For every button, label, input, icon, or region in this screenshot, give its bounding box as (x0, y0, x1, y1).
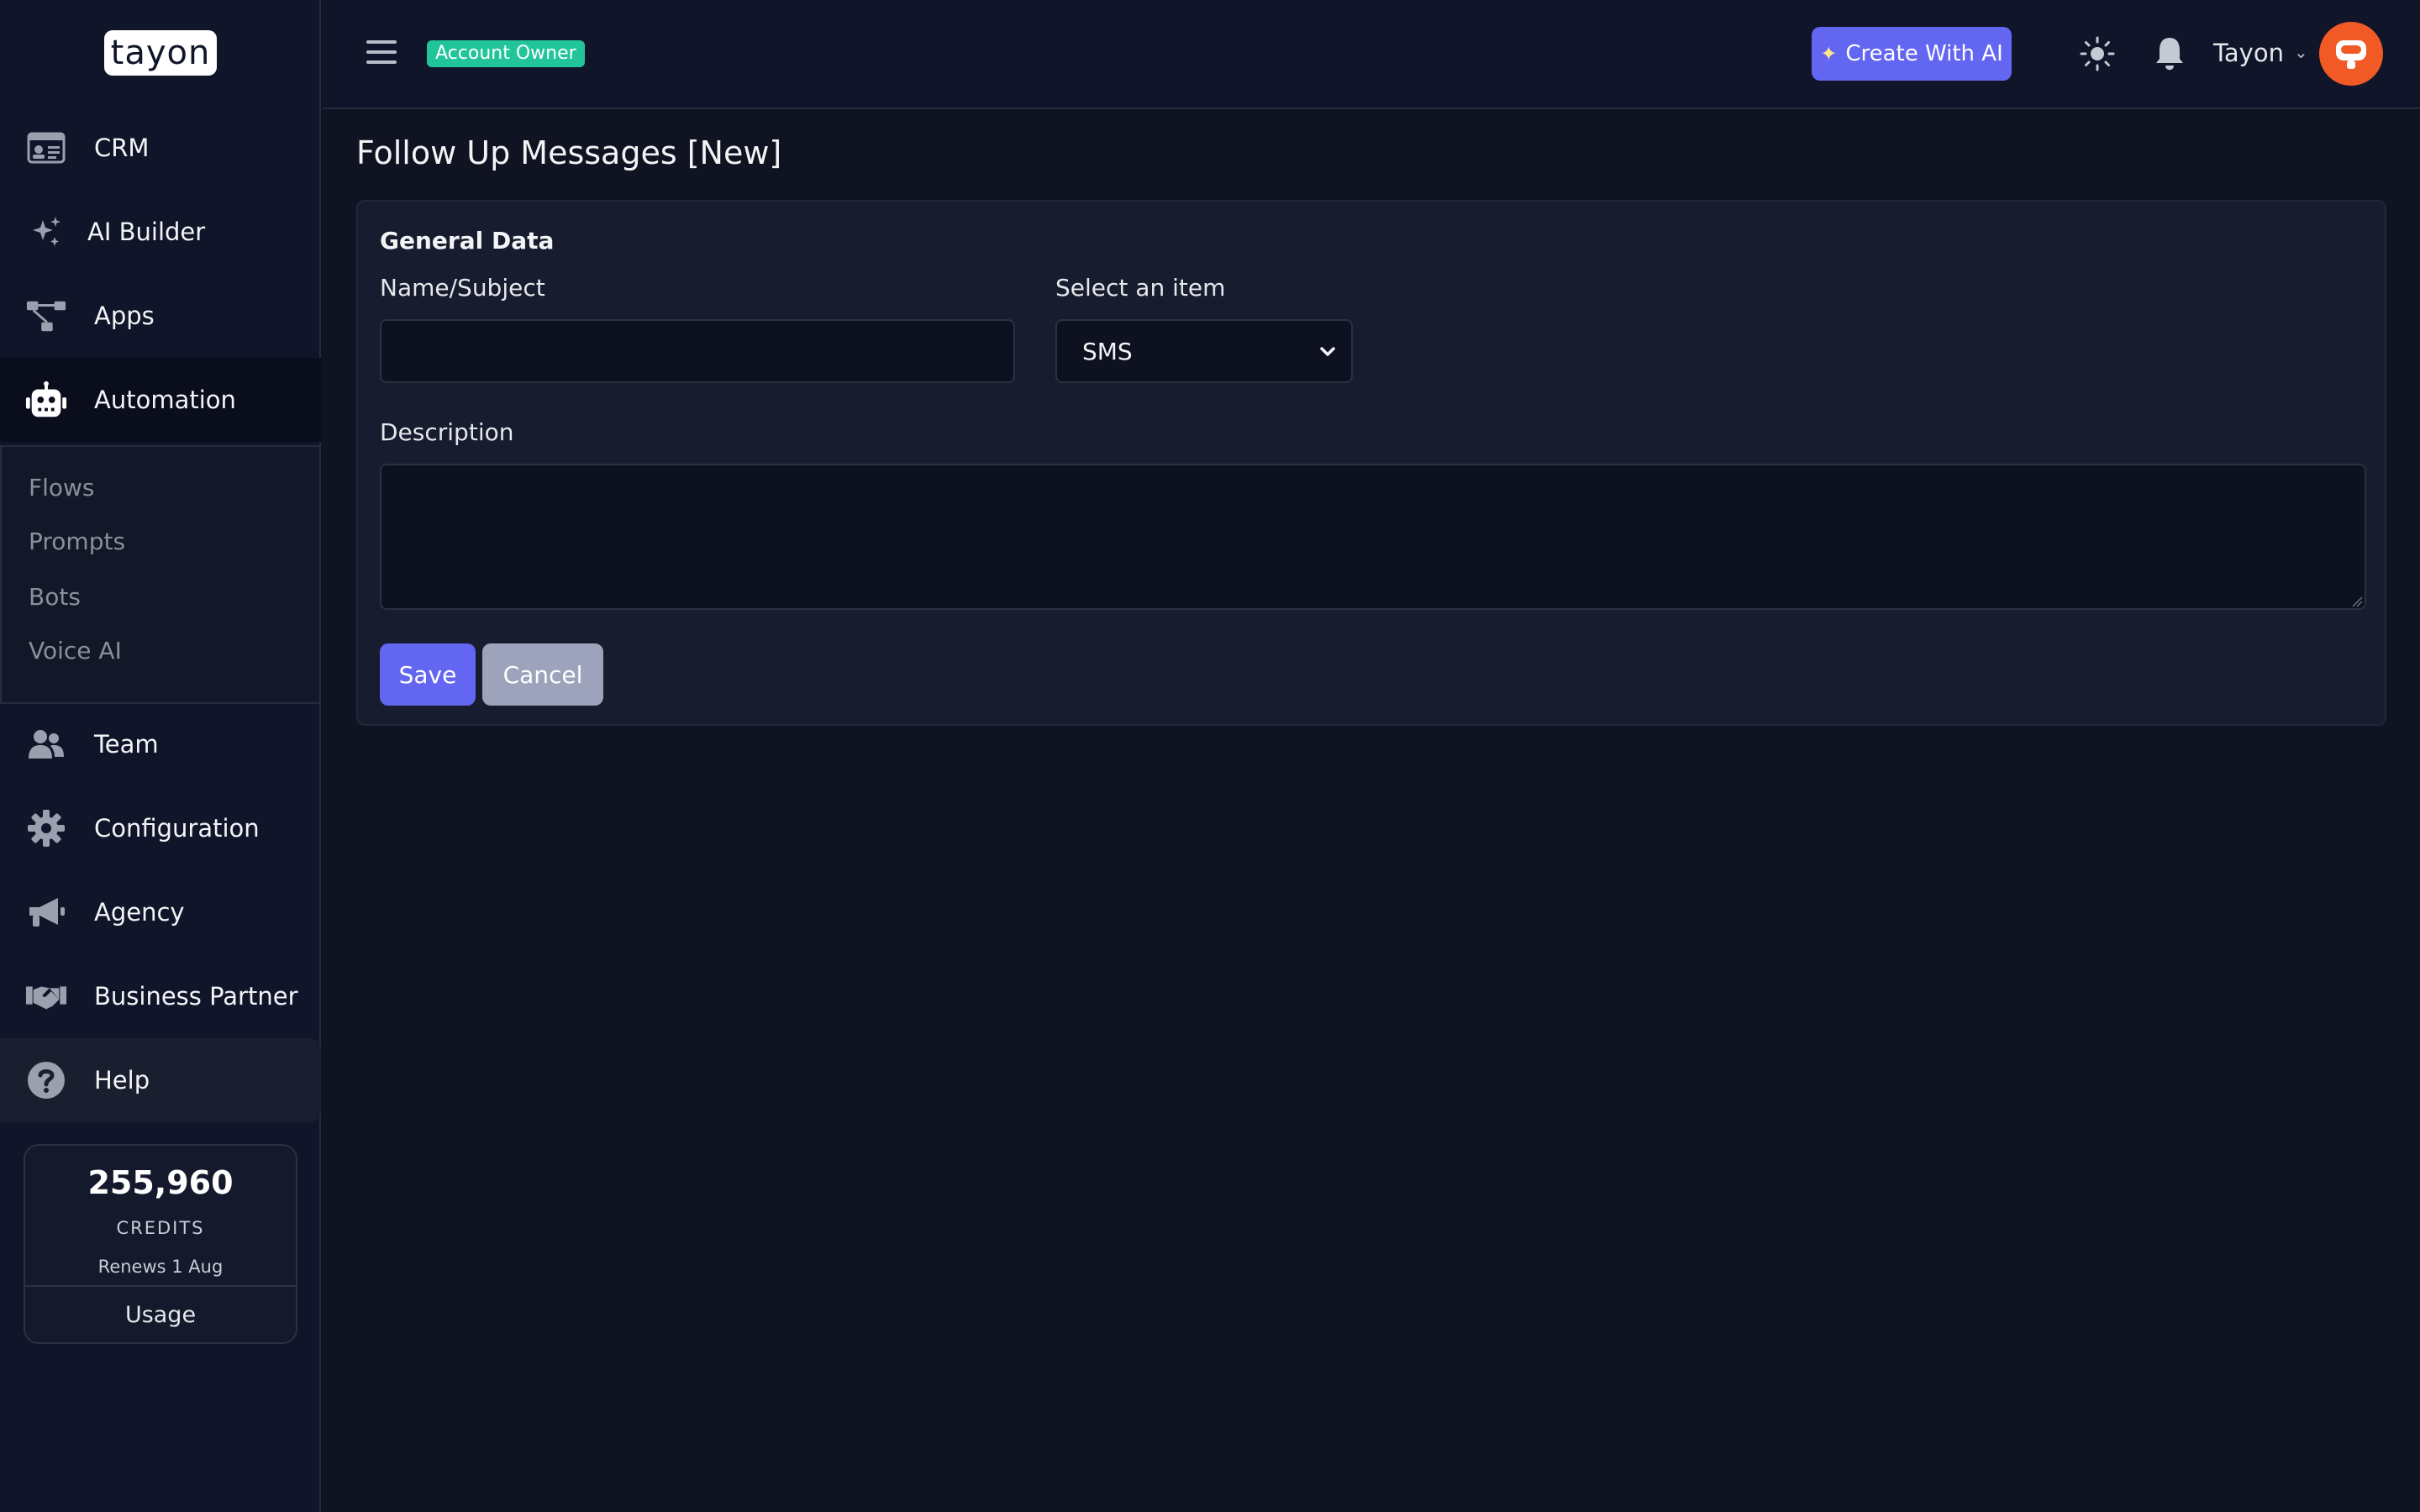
top-bar: Account Owner ✦ Create With AI Tayon ⌄ (323, 0, 2420, 109)
user-name[interactable]: Tayon (2213, 39, 2284, 67)
create-with-ai-label: Create With AI (1845, 41, 2003, 66)
sidebar-item-label: CRM (94, 134, 150, 162)
logo[interactable]: tayon (104, 30, 217, 76)
sidebar-item-label: Business Partner (94, 982, 298, 1011)
sparkles-icon: ✦ (1820, 42, 1838, 66)
cancel-button[interactable]: Cancel (482, 643, 603, 706)
credits-label: CREDITS (116, 1218, 205, 1238)
submenu-item-prompts[interactable]: Prompts (29, 528, 125, 555)
sidebar-item-label: Team (94, 730, 159, 759)
section-title: General Data (380, 227, 555, 255)
sidebar-item-crm[interactable]: CRM (0, 106, 321, 190)
sidebar-item-label: Agency (94, 898, 185, 927)
sidebar-item-team[interactable]: Team (0, 702, 321, 786)
menu-toggle-icon[interactable] (366, 40, 397, 64)
submenu-item-flows[interactable]: Flows (29, 474, 95, 501)
avatar[interactable] (2319, 22, 2383, 86)
sparkles-icon (25, 211, 67, 253)
item-select-value: SMS (1082, 337, 1133, 365)
usage-link[interactable]: Usage (25, 1302, 296, 1328)
sitemap-icon (25, 295, 67, 337)
credits-amount: 255,960 (87, 1164, 234, 1201)
notification-bell-icon[interactable] (2153, 35, 2186, 72)
sidebar-item-ai-builder[interactable]: AI Builder (0, 190, 321, 274)
description-label: Description (380, 418, 514, 446)
sidebar-item-apps[interactable]: Apps (0, 274, 321, 358)
select-item-label: Select an item (1055, 274, 1226, 302)
sidebar-item-label: AI Builder (87, 218, 206, 246)
create-with-ai-button[interactable]: ✦ Create With AI (1812, 27, 2012, 81)
save-button[interactable]: Save (380, 643, 476, 706)
credits-card: 255,960 CREDITS Renews 1 Aug Usage (24, 1144, 297, 1344)
sidebar-item-agency[interactable]: Agency (0, 870, 321, 954)
sidebar-item-business-partner[interactable]: Business Partner (0, 954, 321, 1038)
users-icon (25, 723, 67, 765)
credits-divider (25, 1285, 296, 1287)
sidebar-item-label: Apps (94, 302, 155, 330)
item-select[interactable]: SMS (1055, 319, 1353, 383)
sidebar: tayon CRM AI Builder Apps Automation Flo… (0, 0, 321, 1512)
question-circle-icon (25, 1059, 67, 1101)
resize-grip-icon[interactable] (2351, 595, 2363, 607)
chevron-down-icon[interactable]: ⌄ (2294, 42, 2308, 62)
handshake-icon (25, 975, 67, 1017)
submenu-item-voice-ai[interactable]: Voice AI (29, 637, 122, 664)
chevron-down-icon (1314, 338, 1341, 370)
general-data-card: General Data Name/Subject Select an item… (356, 200, 2386, 726)
description-textarea[interactable] (380, 464, 2366, 610)
sidebar-item-label: Automation (94, 386, 236, 414)
sidebar-item-configuration[interactable]: Configuration (0, 786, 321, 870)
submenu-item-bots[interactable]: Bots (29, 583, 81, 611)
credits-renewal: Renews 1 Aug (97, 1257, 224, 1277)
role-badge: Account Owner (427, 40, 585, 67)
automation-submenu: Flows Prompts Bots Voice AI (0, 445, 321, 704)
name-subject-input[interactable] (380, 319, 1015, 383)
sidebar-item-label: Configuration (94, 814, 260, 843)
sidebar-item-automation[interactable]: Automation (0, 358, 321, 442)
megaphone-icon (25, 891, 67, 933)
robot-icon (25, 379, 67, 421)
sidebar-item-label: Help (94, 1066, 150, 1095)
name-subject-label: Name/Subject (380, 274, 545, 302)
theme-toggle-sun-icon[interactable] (2079, 35, 2116, 72)
page-title: Follow Up Messages [New] (356, 134, 782, 171)
id-card-icon (25, 127, 67, 169)
logo-text: tayon (110, 34, 211, 72)
sidebar-item-help[interactable]: Help (0, 1038, 321, 1122)
gear-icon (25, 807, 67, 849)
